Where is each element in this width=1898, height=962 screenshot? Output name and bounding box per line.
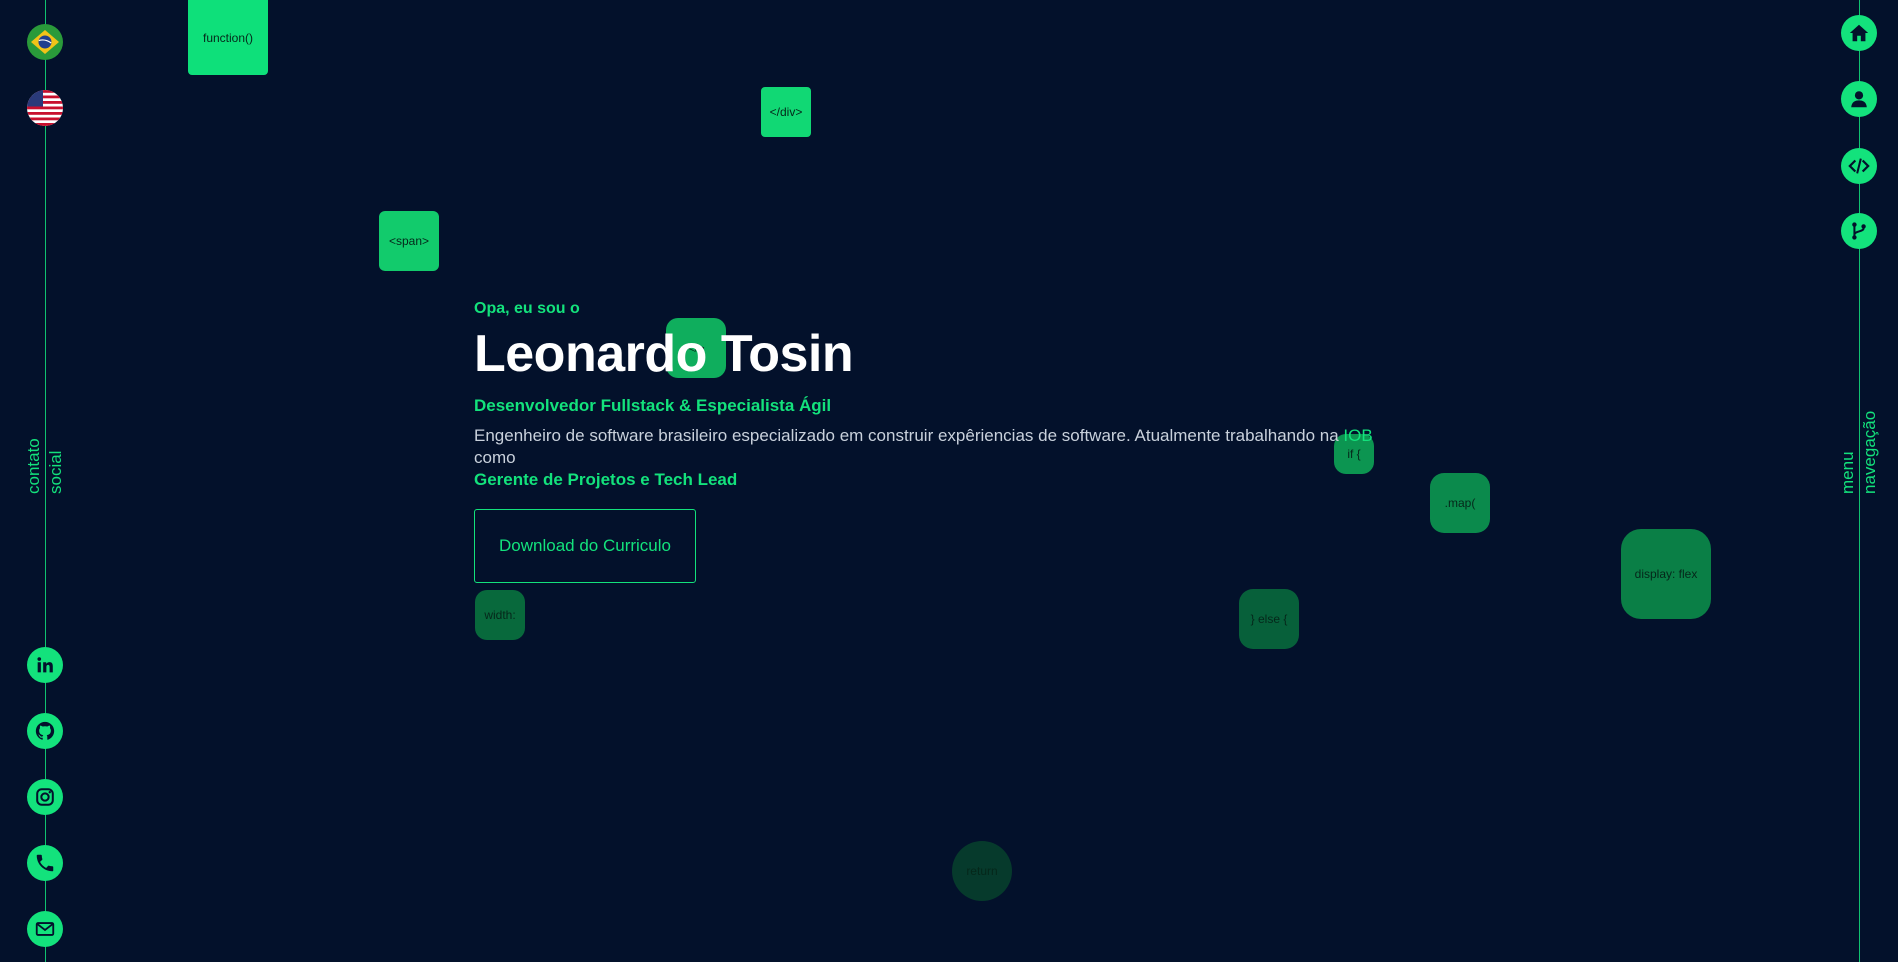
phone-icon[interactable] <box>27 845 63 881</box>
description-text-continued: como <box>474 448 516 467</box>
code-chip-map: .map( <box>1430 473 1490 533</box>
hero-description: Engenheiro de software brasileiro especi… <box>474 425 1404 491</box>
download-cv-button[interactable]: Download do Curriculo <box>474 509 696 583</box>
github-icon[interactable] <box>27 713 63 749</box>
home-icon[interactable] <box>1841 15 1877 51</box>
label-line-2: navegação <box>1860 410 1879 494</box>
code-icon[interactable] <box>1841 148 1877 184</box>
code-chip-else: } else { <box>1239 589 1299 649</box>
user-icon[interactable] <box>1841 81 1877 117</box>
hero-section: Opa, eu sou o Leonardo Tosin Desenvolved… <box>474 300 1404 583</box>
code-chip-div: </div> <box>761 87 811 137</box>
hero-name: Leonardo Tosin <box>474 325 854 383</box>
label-line-1: menu <box>1838 451 1857 494</box>
instagram-icon[interactable] <box>27 779 63 815</box>
code-chip-display: display: flex <box>1621 529 1711 619</box>
company-name: IOB <box>1343 426 1373 445</box>
code-chip-width: width: <box>475 590 525 640</box>
code-chip-return: return <box>952 841 1012 901</box>
description-text: Engenheiro de software brasileiro especi… <box>474 426 1344 445</box>
current-position: Gerente de Projetos e Tech Lead <box>474 470 738 489</box>
usa-flag-icon[interactable] <box>27 90 63 126</box>
label-line-2: social <box>46 450 65 494</box>
social-contact-label: contato social <box>23 438 67 494</box>
label-line-1: contato <box>24 438 43 494</box>
git-branch-icon[interactable] <box>1841 213 1877 249</box>
mail-icon[interactable] <box>27 911 63 947</box>
linkedin-icon[interactable] <box>27 647 63 683</box>
brazil-flag-icon[interactable] <box>27 24 63 60</box>
menu-navigation-label: menu navegação <box>1837 411 1881 494</box>
greeting-text: Opa, eu sou o <box>474 300 580 317</box>
code-chip-span: <span> <box>379 211 439 271</box>
hero-role: Desenvolvedor Fullstack & Especialista Á… <box>474 396 832 415</box>
code-chip-function: function() <box>188 0 268 75</box>
